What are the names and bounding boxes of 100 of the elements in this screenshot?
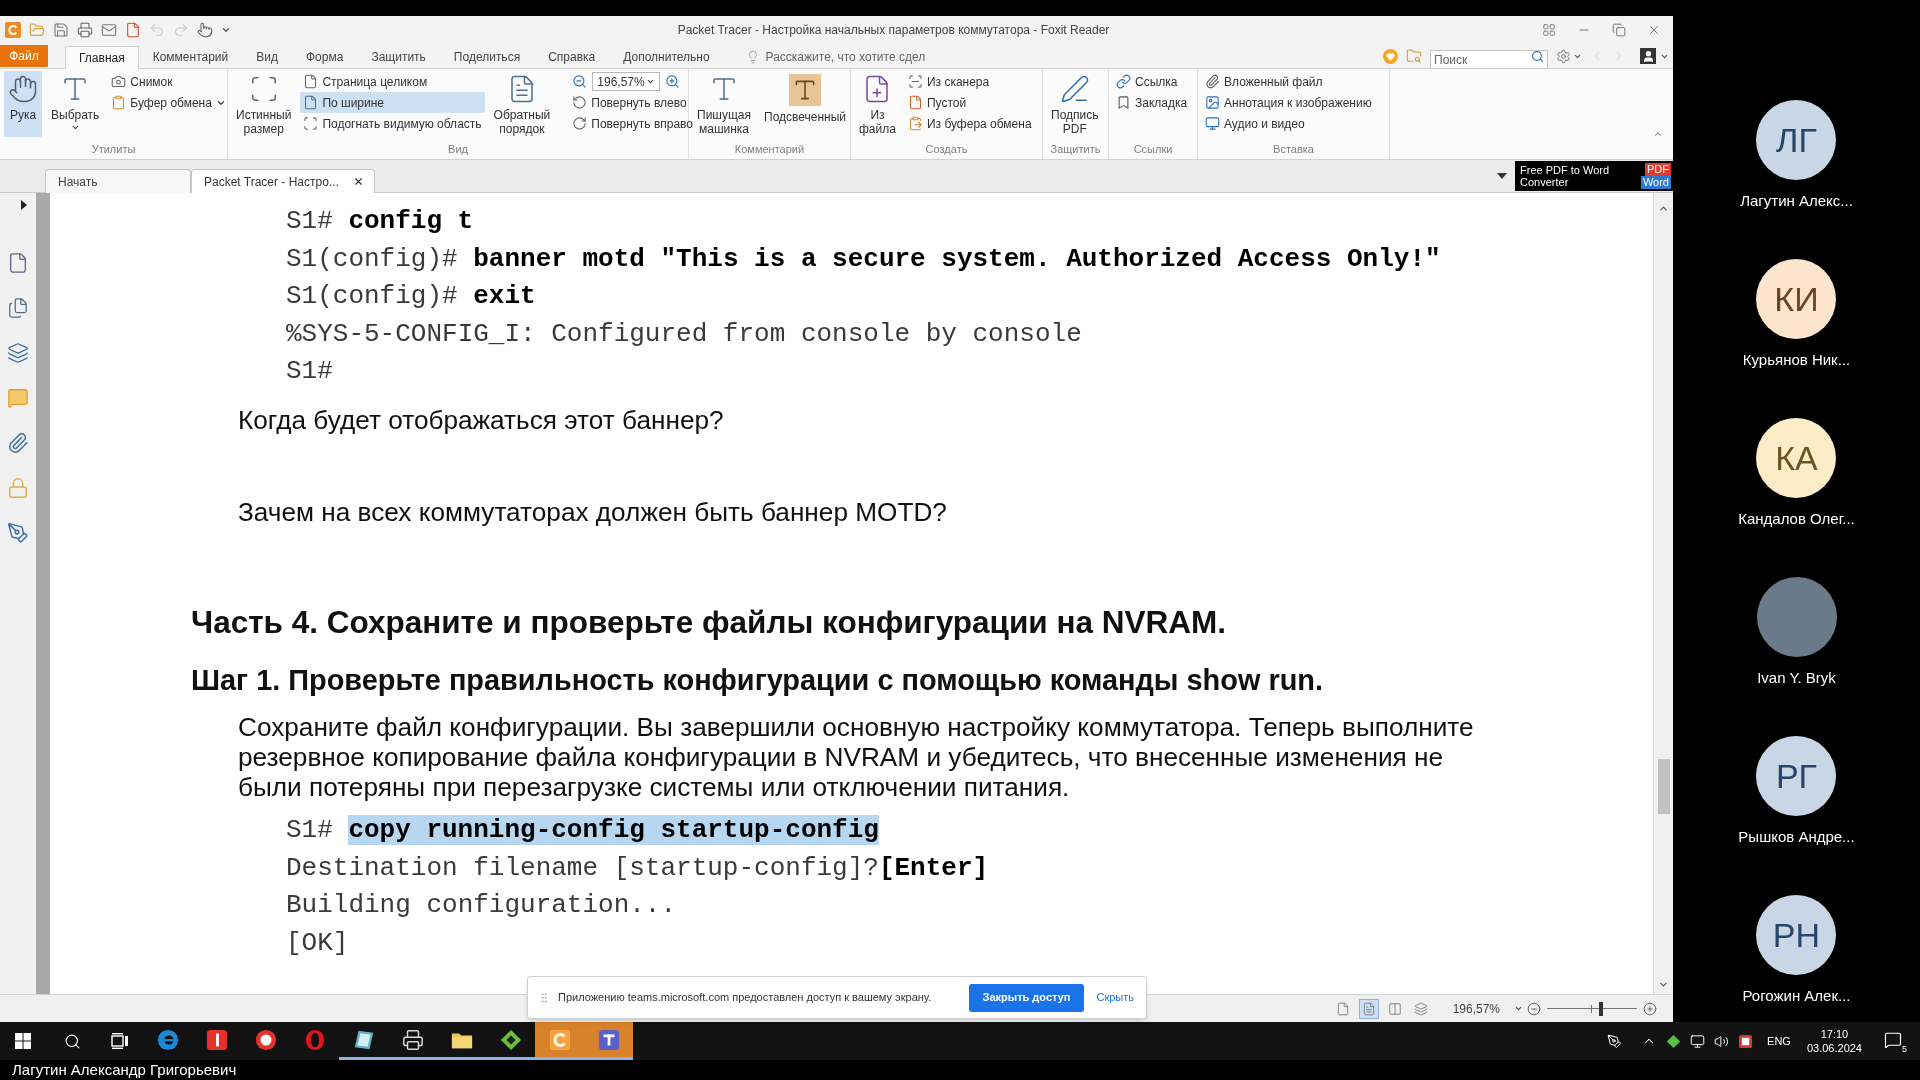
page-icon[interactable] [125,22,141,38]
grid-icon[interactable] [1542,23,1556,37]
ribbon-button[interactable]: Аннотация к изображению [1202,92,1375,113]
menu-tab[interactable]: Справка [534,45,610,68]
ribbon-button[interactable]: Из файла [855,71,900,137]
vertical-scrollbar[interactable] [1653,193,1673,994]
ribbon-button[interactable]: Пустой [904,92,1035,113]
ribbon-button[interactable]: Из сканера [904,71,1035,92]
ribbon-button[interactable]: По ширине [300,92,485,113]
ribbon-button[interactable]: Подогнать видимую область [300,113,485,134]
ad-banner[interactable]: Free PDF to Word Converter PDF Word [1515,161,1673,191]
hide-link[interactable]: Скрыть [1092,989,1138,1006]
search-field[interactable]: Поиск [1430,50,1548,69]
menu-tab[interactable]: Форма [292,45,358,68]
stop-sharing-button[interactable]: Закрыть доступ [968,983,1085,1012]
ribbon-button[interactable]: Рука [4,71,42,137]
save-icon[interactable] [53,22,69,38]
group-label: Вставка [1273,142,1314,157]
layers-icon [1413,1001,1428,1016]
envelope-icon[interactable] [101,22,117,38]
zoom-out-icon[interactable] [572,74,588,89]
language-indicator[interactable]: ENG [1767,1032,1791,1050]
presenter-name: Лагутин Александр Григорьевич [12,1061,237,1079]
ribbon-button[interactable]: Снимок [108,71,229,92]
menu-tab[interactable]: Главная [65,46,139,69]
caret-icon[interactable] [1497,173,1507,179]
windows-logo-icon[interactable] [15,1033,31,1049]
ribbon-button[interactable]: Буфер обмена [108,92,229,113]
page-icon [907,95,923,110]
notification-count: 5 [1901,1044,1908,1054]
close-icon[interactable] [353,176,364,187]
counterclockwise-arrow-icon [572,95,588,110]
page-icon [303,95,319,110]
question-text: Зачем на всех коммутаторах должен быть баннер MOTD? [238,496,947,527]
ribbon-button[interactable]: Обратный порядок [489,71,555,137]
speaker-icon[interactable] [1714,1033,1730,1049]
document-tab[interactable]: Начать [45,169,191,193]
notifications-icon[interactable] [1884,1031,1902,1049]
zoom-in-icon[interactable] [665,74,681,89]
ring-icon [156,1028,179,1051]
ribbon-button[interactable]: Ссылка [1113,71,1191,92]
restore-icon[interactable] [1612,23,1626,37]
user-icon[interactable] [1640,48,1656,64]
menu-tab[interactable]: Дополнительно [609,45,724,68]
participant-name: Рышков Андре... [1738,827,1855,847]
ribbon-button[interactable]: Выбрать [47,71,104,137]
code-line: Building configuration... [286,889,677,923]
pen-icon[interactable] [1607,1033,1623,1049]
participant-name: Рогожин Алек... [1742,986,1851,1006]
printer-icon[interactable] [77,22,93,38]
menu-tab[interactable]: Защитить [357,45,440,68]
page-icon[interactable] [7,252,29,274]
settings-icon[interactable] [1556,48,1571,64]
question-text: Когда будет отображаться этот баннер? [238,404,724,435]
framed-square-icon[interactable] [1738,1033,1754,1049]
app-logo-icon [548,1028,571,1051]
code-line: Destination filename [startup-config]?[Enter] [286,851,989,885]
scrollbar-thumb[interactable] [1657,759,1670,814]
app-logo-icon[interactable] [5,22,21,38]
collapse-icon[interactable] [1653,129,1663,139]
diamond-icon[interactable] [1666,1033,1682,1049]
menu-tab[interactable]: Поделиться [439,45,535,68]
pages-icon[interactable] [7,297,29,319]
zoom-slider[interactable] [1547,1001,1637,1016]
section-heading: Часть 4. Сохраните и проверьте файлы конфигурации на NVRAM. [191,602,1226,641]
participant-name: Кандалов Олег... [1738,509,1855,529]
task-view-icon[interactable] [111,1033,129,1049]
menu-tab[interactable]: Вид [242,45,292,68]
ribbon-button[interactable]: Подсвеченный [760,71,851,137]
ribbon-button[interactable]: Закладка [1113,92,1191,113]
document-tab[interactable]: Packet Tracer - Настро... [191,169,375,193]
avatar: КА [1756,418,1837,498]
view-mode-button[interactable] [1358,998,1379,1019]
zoom-field[interactable]: 196,57% [592,72,661,91]
caret-icon[interactable] [1514,1004,1523,1013]
ribbon-button[interactable]: Из буфера обмена [904,113,1035,134]
clock[interactable]: 17:10 03.06.2024 [1806,1027,1862,1055]
zoom-in-icon[interactable] [1643,1001,1657,1016]
group-label: Защитить [1050,142,1101,157]
tell-me-field[interactable]: Расскажите, что хотите сдел [765,47,956,66]
ribbon-button[interactable]: Страница целиком [300,71,485,92]
ribbon-button[interactable]: Вложенный файл [1202,71,1375,92]
ribbon-button[interactable]: Аудио и видео [1202,113,1375,134]
zoom-level: 196,57% [1452,1000,1500,1018]
menu-tab[interactable]: Комментарий [138,45,243,68]
caret-icon[interactable] [221,25,231,35]
slider-thumb[interactable] [1599,1001,1603,1016]
pointer-hand-icon[interactable] [197,22,213,38]
layers-icon[interactable] [7,342,29,364]
body-paragraph: Сохраните файл конфигурации. Вы завершили основную настройку коммутатора. Теперь выполните резервное копирование файла конфигурации в NVRAM и убедитесь, что внесенные изменения не были потеряны при перезагрузке системы или отключении питания. [238,711,1475,802]
drag-handle-icon[interactable] [538,990,550,1005]
search-icon[interactable] [64,1032,81,1050]
paperclip-icon[interactable] [7,432,29,454]
ribbon-button[interactable]: Истинный размер [232,71,296,137]
monitor-icon [1205,116,1220,131]
ribbon-button[interactable]: Подпись PDF [1047,71,1103,137]
monitor-icon[interactable] [1690,1033,1706,1049]
expand-arrow-icon[interactable] [21,200,27,210]
zoom-out-icon[interactable] [1527,1001,1541,1016]
scroll-down-icon[interactable] [1658,979,1669,990]
